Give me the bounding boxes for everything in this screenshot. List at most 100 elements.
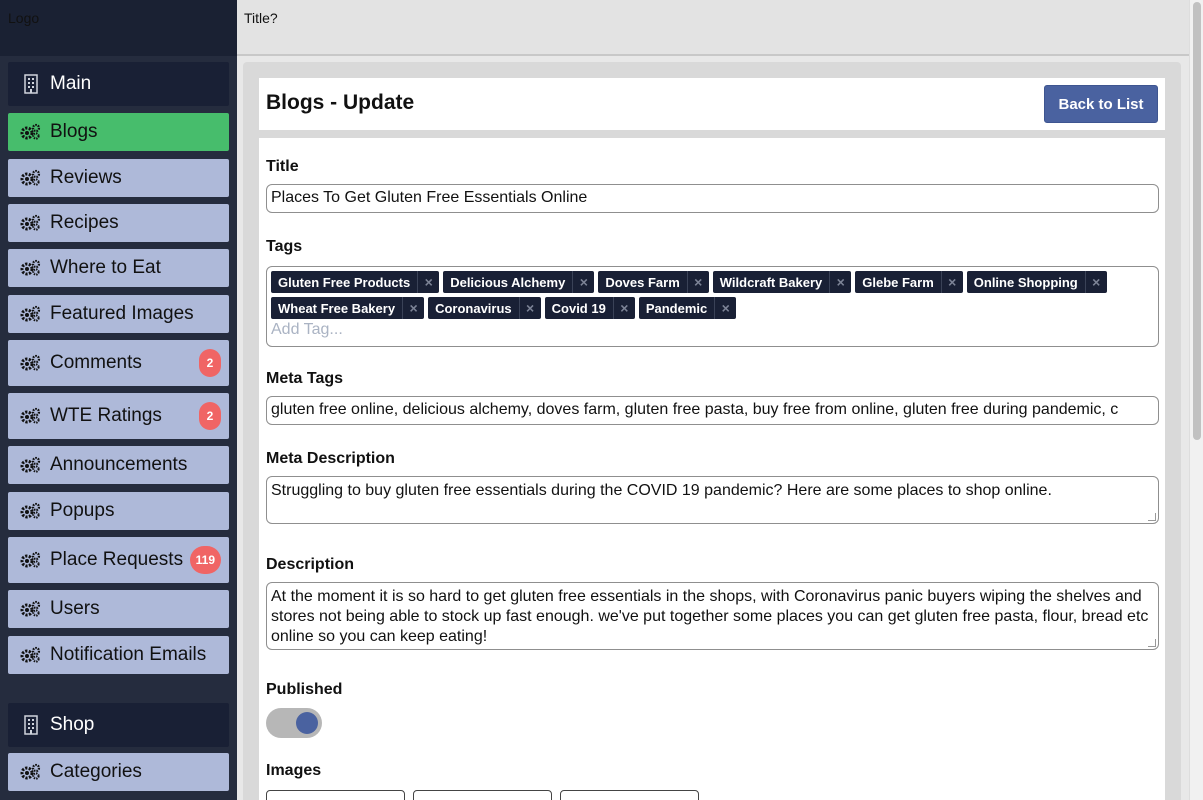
description-textarea[interactable]: At the moment it is so hard to get glute… bbox=[266, 582, 1159, 650]
remove-tag-icon[interactable]: × bbox=[940, 271, 963, 293]
sidebar-item-label: Reviews bbox=[50, 167, 122, 188]
remove-tag-icon[interactable]: × bbox=[402, 297, 424, 319]
remove-tag-icon[interactable]: × bbox=[612, 297, 635, 319]
meta-description-textarea[interactable]: Struggling to buy gluten free essentials… bbox=[266, 476, 1159, 524]
logo: Logo bbox=[0, 0, 237, 56]
gears-icon bbox=[20, 121, 42, 143]
toggle-knob bbox=[296, 712, 318, 734]
tag-label: Doves Farm bbox=[605, 274, 680, 290]
sidebar-item-reviews[interactable]: Reviews bbox=[8, 159, 229, 197]
image-slot[interactable] bbox=[266, 790, 405, 800]
gears-icon bbox=[20, 212, 42, 234]
sidebar-item-label: Users bbox=[50, 598, 100, 619]
remove-tag-icon[interactable]: × bbox=[714, 297, 736, 319]
tags-label: Tags bbox=[266, 238, 303, 255]
building-icon bbox=[20, 73, 42, 95]
sidebar-item-blogs[interactable]: Blogs bbox=[8, 113, 229, 151]
tags-row: Gluten Free Products × Delicious Alchemy × D… bbox=[271, 271, 1154, 293]
gears-icon bbox=[20, 405, 42, 427]
tag-chip: Covid 19 × bbox=[544, 297, 635, 319]
remove-tag-icon[interactable]: × bbox=[829, 271, 851, 293]
add-tag-input[interactable]: Add Tag... bbox=[271, 321, 1154, 339]
tag-chip: Wildcraft Bakery × bbox=[712, 271, 852, 293]
tag-label: Pandemic bbox=[645, 300, 708, 316]
gears-icon bbox=[20, 644, 42, 666]
sidebar-item-comments[interactable]: Comments 2 bbox=[8, 340, 229, 386]
sidebar-item-shop[interactable]: Shop bbox=[8, 703, 229, 747]
remove-tag-icon[interactable]: × bbox=[518, 297, 541, 319]
count-badge: 119 bbox=[189, 546, 221, 574]
header-title: Title? bbox=[244, 10, 278, 26]
gears-icon bbox=[20, 549, 42, 571]
back-to-list-button[interactable]: Back to List bbox=[1044, 85, 1158, 123]
tag-chip: Doves Farm × bbox=[598, 271, 709, 293]
sidebar-item-where-to-eat[interactable]: Where to Eat bbox=[8, 249, 229, 287]
remove-tag-icon[interactable]: × bbox=[417, 271, 439, 293]
tag-label: Gluten Free Products bbox=[278, 274, 411, 290]
image-slot[interactable] bbox=[560, 790, 699, 800]
tag-label: Wheat Free Bakery bbox=[278, 300, 396, 316]
scrollbar-thumb[interactable] bbox=[1193, 2, 1201, 440]
remove-tag-icon[interactable]: × bbox=[572, 271, 594, 293]
page-scrollbar[interactable] bbox=[1189, 0, 1203, 800]
tag-label: Covid 19 bbox=[551, 300, 606, 316]
count-badge: 2 bbox=[199, 402, 221, 430]
sidebar-item-label: Categories bbox=[50, 761, 142, 782]
meta-tags-label: Meta Tags bbox=[266, 370, 344, 387]
tag-label: Delicious Alchemy bbox=[450, 274, 566, 290]
description-text: At the moment it is so hard to get glute… bbox=[271, 588, 1149, 645]
description-label: Description bbox=[266, 556, 355, 573]
image-slot[interactable] bbox=[413, 790, 552, 800]
gears-icon bbox=[20, 454, 42, 476]
sidebar-item-label: Popups bbox=[50, 500, 115, 521]
sidebar-item-announcements[interactable]: Announcements bbox=[8, 446, 229, 484]
title-input[interactable]: Places To Get Gluten Free Essentials Onl… bbox=[266, 184, 1159, 213]
title-label: Title bbox=[266, 158, 299, 175]
sidebar-item-label: Shop bbox=[50, 714, 95, 735]
published-label: Published bbox=[266, 681, 343, 698]
update-form: Title Places To Get Gluten Free Essentia… bbox=[259, 138, 1165, 800]
sidebar-item-users[interactable]: Users bbox=[8, 590, 229, 628]
sidebar-item-label: Main bbox=[50, 73, 92, 94]
sidebar-item-label: Featured Images bbox=[50, 303, 194, 324]
sidebar-item-label: WTE Ratings bbox=[50, 405, 162, 426]
sidebar-item-label: Comments bbox=[50, 352, 142, 373]
sidebar-item-recipes[interactable]: Recipes bbox=[8, 204, 229, 242]
resize-handle-icon[interactable] bbox=[1148, 639, 1156, 647]
sidebar-item-popups[interactable]: Popups bbox=[8, 492, 229, 530]
meta-description-label: Meta Description bbox=[266, 450, 395, 467]
sidebar-item-place-requests[interactable]: Place Requests 119 bbox=[8, 537, 229, 583]
published-toggle[interactable] bbox=[266, 708, 322, 738]
sidebar-item-main[interactable]: Main bbox=[8, 62, 229, 106]
sidebar-item-label: Place Requests bbox=[50, 549, 184, 570]
sidebar-item-featured-images[interactable]: Featured Images bbox=[8, 295, 229, 333]
sidebar-item-categories[interactable]: Categories bbox=[8, 753, 229, 791]
tags-input[interactable]: Gluten Free Products × Delicious Alchemy × D… bbox=[266, 266, 1159, 347]
remove-tag-icon[interactable]: × bbox=[686, 271, 709, 293]
tag-label: Wildcraft Bakery bbox=[719, 274, 823, 290]
tag-chip: Online Shopping × bbox=[966, 271, 1107, 293]
main-content: Blogs - Update Back to List Title Places… bbox=[243, 62, 1181, 800]
sidebar-item-label: Recipes bbox=[50, 212, 119, 233]
gears-icon bbox=[20, 257, 42, 279]
gears-icon bbox=[20, 598, 42, 620]
sidebar-item-label: Announcements bbox=[50, 454, 188, 475]
building-icon bbox=[20, 714, 42, 736]
count-badge: 2 bbox=[199, 349, 221, 377]
tag-label: Online Shopping bbox=[973, 274, 1078, 290]
tags-row: Wheat Free Bakery × Coronavirus × Covid 19 × P… bbox=[271, 297, 1154, 319]
meta-tags-input[interactable]: gluten free online, delicious alchemy, d… bbox=[266, 396, 1159, 425]
remove-tag-icon[interactable]: × bbox=[1084, 271, 1107, 293]
tag-chip: Glebe Farm × bbox=[855, 271, 963, 293]
gears-icon bbox=[20, 303, 42, 325]
tag-chip: Pandemic × bbox=[638, 297, 737, 319]
page-header-card: Blogs - Update Back to List bbox=[259, 78, 1165, 130]
gears-icon bbox=[20, 167, 42, 189]
images-label: Images bbox=[266, 762, 322, 779]
resize-handle-icon[interactable] bbox=[1148, 513, 1156, 521]
gears-icon bbox=[20, 352, 42, 374]
sidebar-item-wte-ratings[interactable]: WTE Ratings 2 bbox=[8, 393, 229, 439]
sidebar: Logo Main Blogs Reviews Recipes Where to Eat… bbox=[0, 0, 237, 800]
sidebar-item-notification-emails[interactable]: Notification Emails bbox=[8, 636, 229, 674]
tag-chip: Gluten Free Products × bbox=[271, 271, 440, 293]
